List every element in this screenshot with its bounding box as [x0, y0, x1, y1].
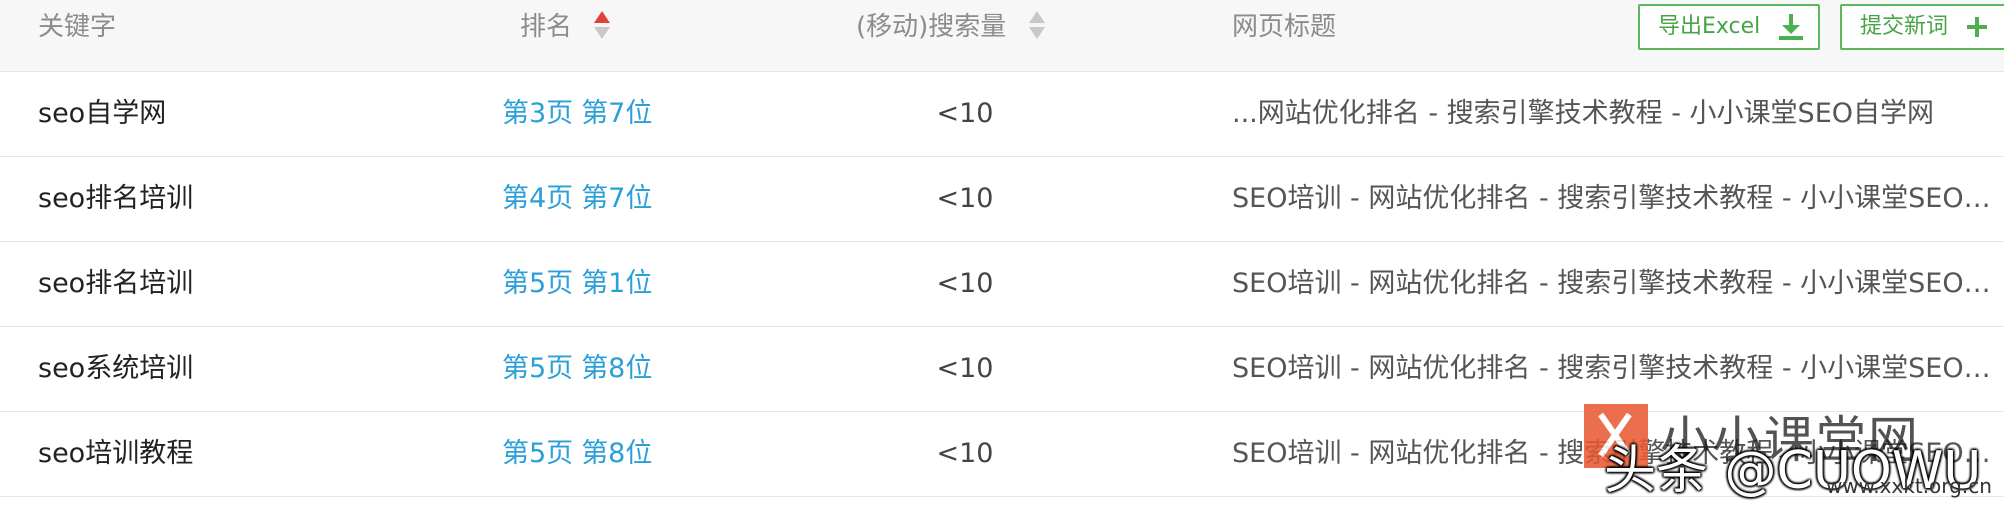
rank-page: 第3页: [502, 98, 574, 129]
sort-up-arrow: [594, 10, 611, 23]
submit-new-keyword-label: 提交新词: [1860, 14, 1949, 39]
table-row: seo自学网 第3页 第7位 <10 ...网站优化排名 - 搜索引擎技术教程 -…: [0, 72, 2004, 157]
column-header-rank-label: 排名: [520, 12, 573, 42]
sort-up-arrow: [1028, 10, 1045, 23]
rank-page: 第5页: [502, 438, 574, 469]
rank-page: 第5页: [502, 353, 574, 384]
column-header-title: 网页标题: [1232, 12, 1337, 42]
rank-link[interactable]: 第5页 第8位: [498, 412, 654, 496]
rank-link[interactable]: 第3页 第7位: [498, 72, 654, 156]
rank-link[interactable]: 第4页 第7位: [498, 157, 654, 241]
column-header-rank[interactable]: 排名: [520, 0, 611, 72]
search-volume-cell: <10: [936, 268, 994, 299]
table-row: seo排名培训 第4页 第7位 <10 SEO培训 - 网站优化排名 - 搜索引擎…: [0, 157, 2004, 242]
page-title-cell: ...网站优化排名 - 搜索引擎技术教程 - 小小课堂SEO自学网: [1232, 98, 1935, 129]
search-volume-cell: <10: [936, 98, 994, 129]
rank-page: 第4页: [502, 183, 574, 214]
column-header-volume[interactable]: (移动)搜索量: [856, 0, 1045, 72]
download-icon: [1779, 14, 1804, 40]
keyword-cell: seo自学网: [38, 98, 167, 129]
keyword-cell: seo培训教程: [38, 438, 194, 469]
rank-link[interactable]: 第5页 第1位: [498, 242, 654, 326]
rank-position: 第7位: [581, 98, 653, 129]
watermark-url: www.xxkt.org.cn: [1826, 474, 1992, 498]
sort-icon[interactable]: [1028, 9, 1045, 41]
table-header: 关键字 排名 (移动)搜索量 网页标题 导出Excel 提交新词: [0, 0, 2004, 72]
sort-down-arrow: [1028, 26, 1045, 39]
keyword-cell: seo系统培训: [38, 353, 194, 384]
rank-position: 第7位: [581, 183, 653, 214]
keyword-cell: seo排名培训: [38, 183, 194, 214]
export-excel-label: 导出Excel: [1658, 14, 1761, 39]
rank-link[interactable]: 第5页 第8位: [498, 327, 654, 411]
export-excel-button[interactable]: 导出Excel: [1638, 4, 1820, 50]
rank-position: 第8位: [581, 353, 653, 384]
rank-page: 第5页: [502, 268, 574, 299]
rank-position: 第8位: [581, 438, 653, 469]
sort-asc-icon[interactable]: [594, 9, 611, 41]
keyword-cell: seo排名培训: [38, 268, 194, 299]
column-header-volume-label: (移动)搜索量: [856, 12, 1007, 42]
column-header-keyword: 关键字: [38, 12, 117, 42]
search-volume-cell: <10: [936, 353, 994, 384]
search-volume-cell: <10: [936, 183, 994, 214]
page-title-cell: SEO培训 - 网站优化排名 - 搜索引擎技术教程 - 小小课堂SEO自学网: [1232, 268, 2004, 299]
page-title-cell: SEO培训 - 网站优化排名 - 搜索引擎技术教程 - 小小课堂SEO自学网: [1232, 353, 2004, 384]
rank-position: 第1位: [581, 268, 653, 299]
table-row: seo排名培训 第5页 第1位 <10 SEO培训 - 网站优化排名 - 搜索引擎…: [0, 242, 2004, 327]
page-title-cell: SEO培训 - 网站优化排名 - 搜索引擎技术教程 - 小小课堂SEO自学网: [1232, 183, 2004, 214]
plus-icon: [1967, 17, 1988, 37]
submit-new-keyword-button[interactable]: 提交新词: [1840, 4, 2004, 50]
search-volume-cell: <10: [936, 438, 994, 469]
sort-down-arrow: [594, 26, 611, 39]
